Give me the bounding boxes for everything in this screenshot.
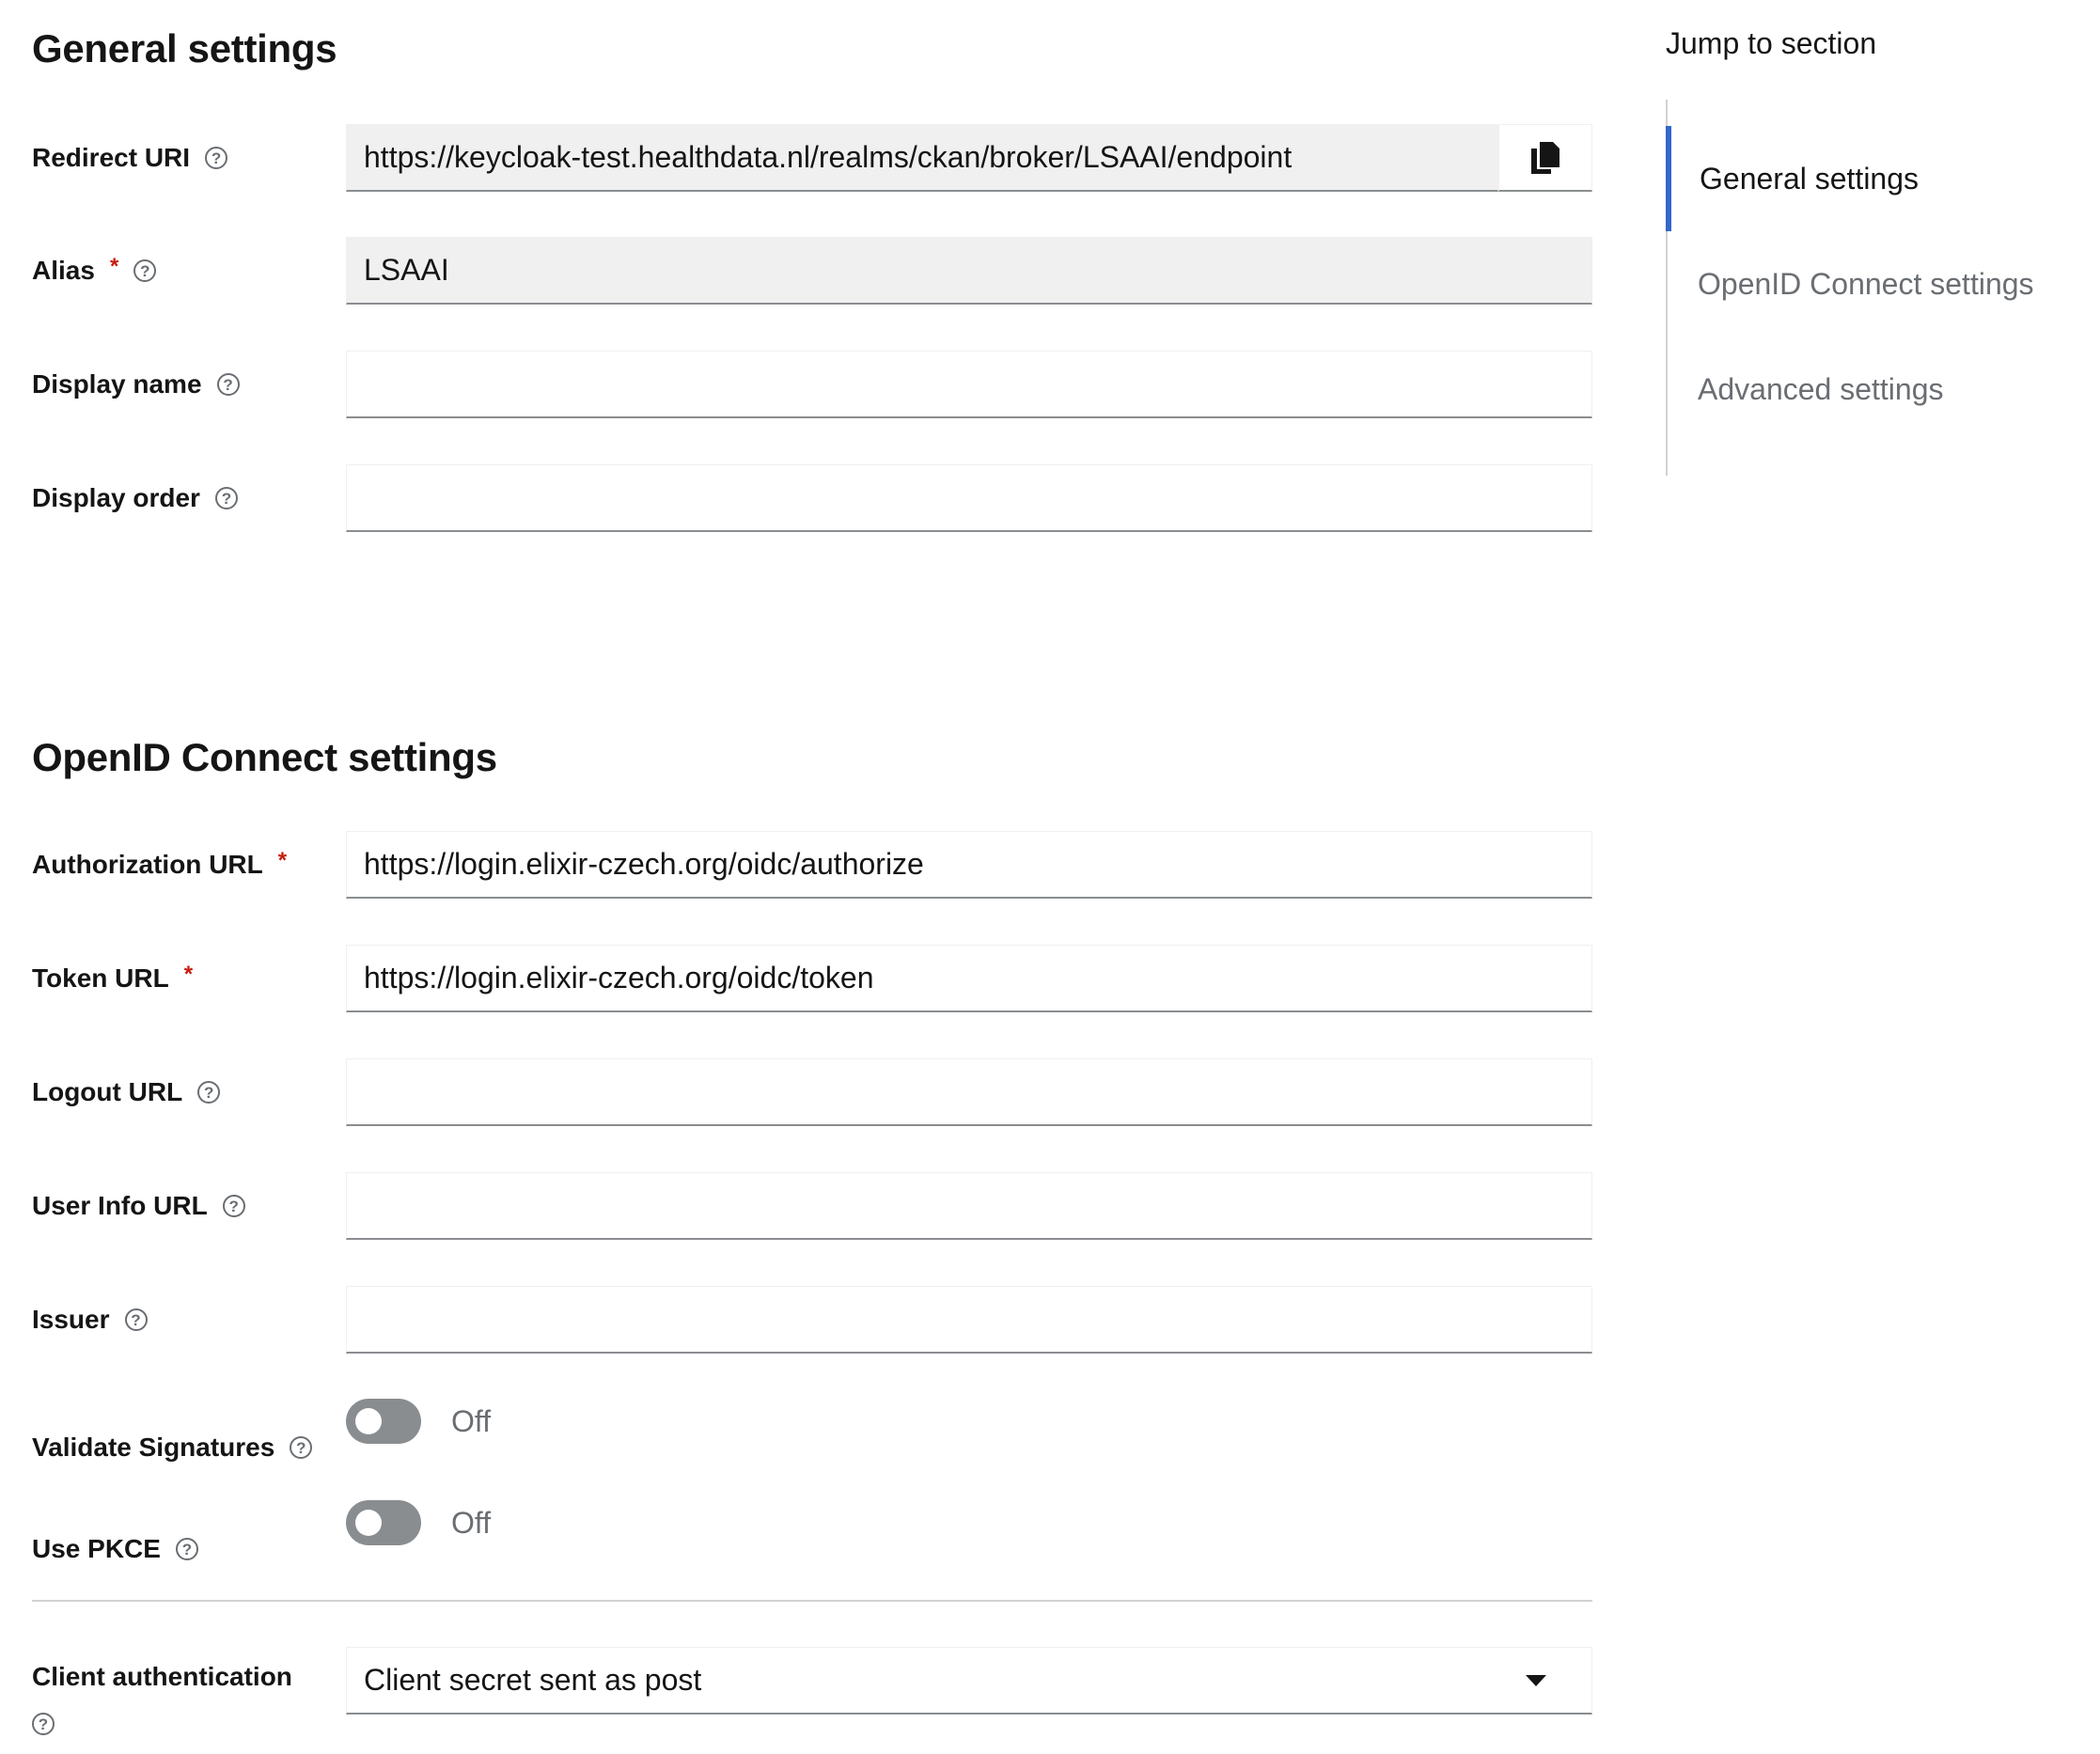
alias-field[interactable]: LSAAI: [346, 237, 1592, 305]
client-authentication-value: Client secret sent as post: [364, 1663, 702, 1697]
client-authentication-label: Client authentication: [32, 1662, 292, 1691]
switch-knob: [355, 1408, 382, 1434]
help-icon[interactable]: ?: [216, 373, 240, 396]
use-pkce-state: Off: [451, 1505, 492, 1540]
token-url-label-wrap: Token URL *: [32, 962, 194, 994]
user-info-url-label-wrap: User Info URL ?: [32, 1191, 245, 1221]
token-url-label: Token URL: [32, 963, 169, 993]
jump-to-section-title: Jump to section: [1666, 26, 1877, 60]
logout-url-input[interactable]: [346, 1058, 1592, 1126]
display-name-input[interactable]: [346, 351, 1592, 418]
help-icon[interactable]: ?: [205, 147, 228, 169]
alias-label-wrap: Alias * ?: [32, 254, 157, 286]
alias-label: Alias: [32, 256, 95, 285]
help-icon[interactable]: ?: [32, 1713, 55, 1735]
help-icon[interactable]: ?: [222, 1195, 245, 1217]
authorization-url-input[interactable]: https://login.elixir-czech.org/oidc/auth…: [346, 831, 1592, 899]
use-pkce-switch-wrap: Off: [346, 1500, 491, 1545]
switch-knob: [355, 1510, 382, 1536]
required-mark: *: [183, 962, 194, 987]
display-order-label-wrap: Display order ?: [32, 483, 238, 513]
redirect-uri-field[interactable]: https://keycloak-test.healthdata.nl/real…: [346, 124, 1498, 192]
user-info-url-input[interactable]: [346, 1172, 1592, 1240]
token-url-input[interactable]: https://login.elixir-czech.org/oidc/toke…: [346, 945, 1592, 1012]
logout-url-label-wrap: Logout URL ?: [32, 1077, 221, 1107]
help-icon[interactable]: ?: [175, 1538, 198, 1560]
validate-signatures-label-wrap: Validate Signatures ?: [32, 1433, 313, 1463]
display-name-label: Display name: [32, 369, 202, 399]
help-icon[interactable]: ?: [124, 1308, 148, 1331]
copy-icon: [1531, 141, 1559, 174]
authorization-url-label: Authorization URL: [32, 850, 263, 879]
required-mark: *: [277, 848, 288, 873]
jump-link-general-settings[interactable]: General settings: [1666, 126, 2061, 231]
help-icon[interactable]: ?: [133, 259, 157, 282]
display-order-row: Display order ?: [32, 464, 1592, 532]
jump-link-openid-connect-settings[interactable]: OpenID Connect settings: [1668, 231, 2062, 337]
use-pkce-row: Use PKCE ? Off: [32, 1500, 1592, 1575]
issuer-label-wrap: Issuer ?: [32, 1305, 148, 1335]
redirect-uri-row: Redirect URI ? https://keycloak-test.hea…: [32, 124, 1592, 192]
display-name-label-wrap: Display name ?: [32, 369, 240, 399]
general-settings-title: General settings: [32, 26, 337, 70]
redirect-uri-label-wrap: Redirect URI ?: [32, 143, 228, 173]
redirect-uri-label: Redirect URI: [32, 143, 191, 172]
alias-row: Alias * ? LSAAI: [32, 237, 1592, 305]
use-pkce-label-wrap: Use PKCE ?: [32, 1534, 198, 1564]
validate-signatures-row: Validate Signatures ? Off: [32, 1399, 1592, 1474]
authorization-url-row: Authorization URL * https://login.elixir…: [32, 831, 1592, 899]
jump-link-advanced-settings[interactable]: Advanced settings: [1668, 337, 2062, 442]
client-authentication-select[interactable]: Client secret sent as post: [346, 1647, 1592, 1715]
display-order-label: Display order: [32, 483, 200, 512]
token-url-row: Token URL * https://login.elixir-czech.o…: [32, 945, 1592, 1012]
logout-url-label: Logout URL: [32, 1077, 183, 1106]
issuer-input[interactable]: [346, 1286, 1592, 1354]
display-order-input[interactable]: [346, 464, 1592, 532]
validate-signatures-switch[interactable]: [346, 1399, 421, 1444]
copy-button[interactable]: [1498, 124, 1592, 192]
logout-url-row: Logout URL ?: [32, 1058, 1592, 1126]
help-icon[interactable]: ?: [197, 1081, 221, 1104]
required-mark: *: [109, 254, 119, 279]
help-icon[interactable]: ?: [290, 1436, 313, 1459]
validate-signatures-label: Validate Signatures: [32, 1433, 275, 1462]
use-pkce-label: Use PKCE: [32, 1534, 161, 1563]
display-name-row: Display name ?: [32, 351, 1592, 418]
validate-signatures-switch-wrap: Off: [346, 1399, 491, 1444]
user-info-url-row: User Info URL ?: [32, 1172, 1592, 1240]
validate-signatures-state: Off: [451, 1403, 492, 1438]
help-icon[interactable]: ?: [214, 487, 238, 509]
user-info-url-label: User Info URL: [32, 1191, 208, 1220]
oidc-settings-title: OpenID Connect settings: [32, 735, 497, 779]
issuer-row: Issuer ?: [32, 1286, 1592, 1354]
caret-down-icon: [1526, 1674, 1546, 1686]
use-pkce-switch[interactable]: [346, 1500, 421, 1545]
issuer-label: Issuer: [32, 1305, 110, 1334]
authorization-url-label-wrap: Authorization URL *: [32, 848, 288, 880]
client-authentication-label-wrap: Client authentication: [32, 1662, 292, 1692]
jump-nav: General settings OpenID Connect settings…: [1666, 100, 2062, 476]
section-divider: [32, 1600, 1592, 1602]
